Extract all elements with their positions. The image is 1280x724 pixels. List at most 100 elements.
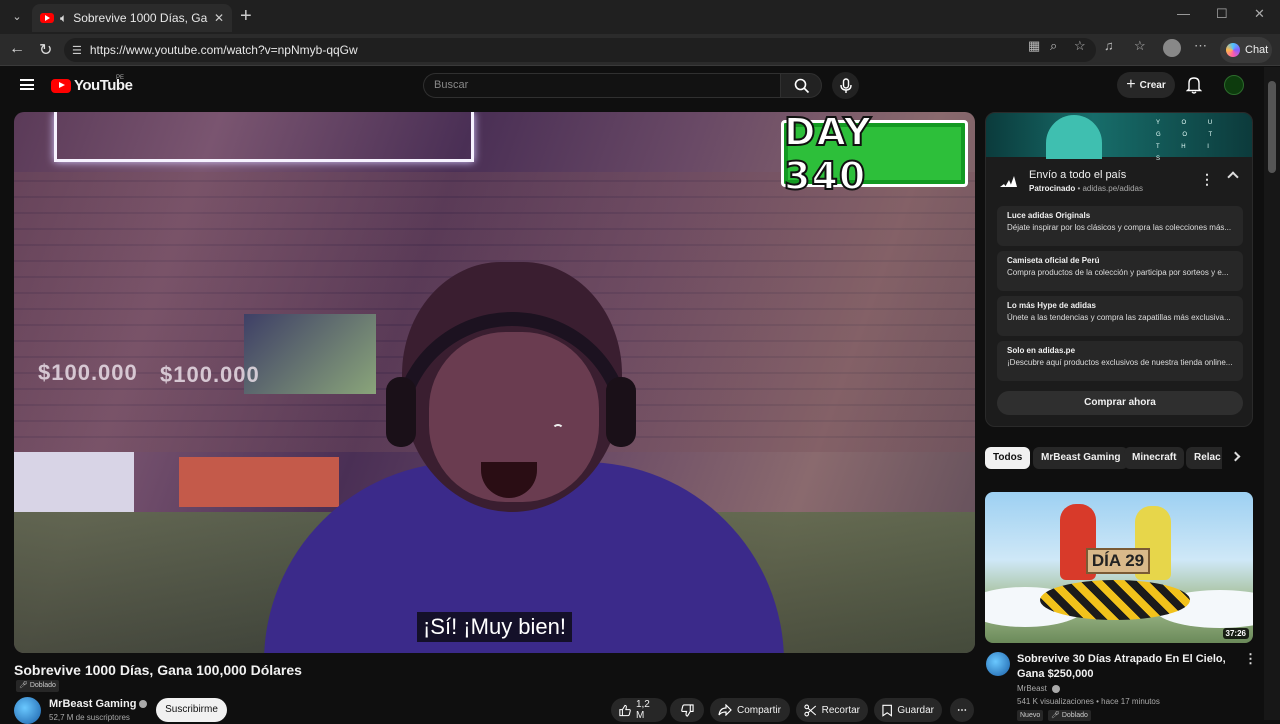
subscriber-count: 52,7 M de suscriptores (49, 713, 130, 722)
ad-athlete-image (1046, 115, 1102, 159)
thumbnail-day-sign: DÍA 29 (1086, 548, 1150, 574)
like-button[interactable]: 1,2 M (611, 698, 667, 722)
app-install-icon[interactable]: ▦ (1028, 38, 1040, 54)
neon-ceiling-light (54, 112, 474, 162)
sponsored-ad-card[interactable]: Y O U G O T T H I S Envío a todo el país… (985, 112, 1253, 427)
save-button[interactable]: Guardar (874, 698, 942, 722)
related-video-thumbnail[interactable]: DÍA 29 37:26 (985, 492, 1253, 643)
copilot-icon (1226, 43, 1240, 57)
maximize-icon[interactable]: ☐ (1216, 6, 1228, 22)
favorite-star-icon[interactable]: ☆ (1074, 38, 1086, 54)
thumbnail-platform (1040, 580, 1190, 620)
ad-sitelink[interactable]: Camiseta oficial de Perú Compra producto… (997, 251, 1243, 291)
back-arrow-icon[interactable]: ← (9, 40, 25, 58)
browser-tab[interactable]: 🔈︎ Sobrevive 1000 Días, Gana 100,000 Dól… (32, 4, 232, 32)
more-menu-icon[interactable]: ⋯ (1194, 38, 1207, 54)
share-button[interactable]: Compartir (710, 698, 790, 722)
video-title: Sobrevive 1000 Días, Gana 100,000 Dólare… (14, 662, 302, 678)
clip-button[interactable]: Recortar (796, 698, 868, 722)
chip-minecraft[interactable]: Minecraft (1124, 447, 1185, 469)
minimize-icon[interactable]: — (1177, 6, 1190, 21)
money-sign-left: $100.000 (38, 360, 138, 385)
adidas-logo-icon (1000, 176, 1017, 187)
tab-close-icon[interactable]: ✕ (214, 11, 224, 25)
url-text[interactable]: https://www.youtube.com/watch?v=npNmyb-q… (90, 43, 358, 57)
channel-name[interactable]: MrBeast Gaming (49, 698, 148, 710)
notifications-bell-icon[interactable] (1186, 76, 1202, 94)
scrollbar-thumb[interactable] (1268, 81, 1276, 173)
youtube-play-icon (51, 78, 71, 93)
verified-check-icon (1052, 684, 1061, 693)
create-button[interactable]: + Crear (1117, 72, 1175, 98)
ad-banner-image[interactable]: Y O U G O T T H I S (986, 113, 1252, 162)
youtube-header: YouTube PE Buscar + Crear (0, 67, 1262, 107)
ad-sitelink[interactable]: Solo en adidas.pe ¡Descubre aquí product… (997, 341, 1243, 381)
zoom-icon[interactable]: ⌕ (1050, 38, 1057, 54)
ad-sponsor-line: Patrocinado • adidas.pe/adidas (1029, 184, 1143, 193)
shop-now-button[interactable]: Comprar ahora (997, 391, 1243, 415)
plus-icon: + (1126, 76, 1136, 93)
dislike-button[interactable] (670, 698, 704, 722)
copilot-chat-button[interactable]: Chat (1220, 37, 1272, 63)
loading-spinner-icon (552, 424, 564, 436)
video-player[interactable]: $100.000 $100.000 DAY 340 ¡Sí! ¡Muy bien… (14, 112, 975, 653)
profile-avatar-icon[interactable] (1163, 39, 1181, 60)
site-info-icon[interactable]: ☰ (72, 44, 82, 57)
region-code: PE (116, 75, 125, 81)
bed-right (179, 457, 339, 507)
related-more-options-icon[interactable]: ⋮ (1244, 651, 1257, 667)
microphone-icon (839, 77, 852, 93)
related-video-meta: 541 K visualizaciones • hace 17 minutos (1017, 697, 1160, 706)
search-icon (794, 78, 810, 94)
tab-title: Sobrevive 1000 Días, Gana 100,000 Dólare… (73, 11, 208, 25)
related-channel-avatar[interactable] (986, 652, 1010, 676)
closed-caption: ¡Sí! ¡Muy bien! (14, 612, 975, 642)
scissors-icon (804, 704, 817, 716)
headset-ear-left (386, 377, 416, 447)
page-scrollbar[interactable] (1264, 67, 1280, 720)
audio-track-icon: 🎤︎ (19, 682, 28, 689)
bookmark-icon (882, 704, 892, 717)
address-bar[interactable]: ☰ https://www.youtube.com/watch?v=npNmyb… (64, 38, 1096, 62)
ad-title[interactable]: Envío a todo el país (1029, 169, 1126, 181)
search-button[interactable] (780, 73, 822, 98)
media-icon[interactable]: ♫ (1104, 38, 1114, 53)
share-arrow-icon (718, 704, 732, 716)
speaker-icon[interactable]: 🔈︎ (60, 11, 67, 26)
chip-related[interactable]: Relac (1186, 447, 1222, 469)
favorites-icon[interactable]: ☆ (1134, 38, 1146, 54)
chip-all[interactable]: Todos (985, 447, 1031, 469)
close-window-icon[interactable]: ✕ (1254, 6, 1265, 22)
tab-list-chevron-icon[interactable]: ⌄ (6, 6, 28, 28)
new-tab-plus-icon[interactable]: + (240, 5, 252, 27)
ad-slogan: Y O U G O T T H I S (1156, 120, 1223, 162)
related-channel-name[interactable]: MrBeast (1017, 684, 1061, 693)
voice-search-button[interactable] (832, 72, 859, 99)
thumbs-down-icon (680, 703, 694, 717)
account-avatar[interactable] (1224, 75, 1244, 95)
headset-ear-right (606, 377, 636, 447)
ad-sitelink[interactable]: Lo más Hype de adidas Únete a las tenden… (997, 296, 1243, 336)
browser-toolbar: ← ↻ ☰ https://www.youtube.com/watch?v=np… (0, 34, 1280, 66)
youtube-favicon-icon (40, 13, 54, 23)
money-sign-right: $100.000 (160, 362, 260, 387)
verified-check-icon (139, 700, 148, 709)
subscribe-button[interactable]: Suscribirme (156, 698, 227, 722)
wall-tv (244, 314, 376, 394)
browser-tab-bar: ⌄ 🔈︎ Sobrevive 1000 Días, Gana 100,000 D… (0, 0, 1280, 34)
thumbs-up-icon (619, 704, 631, 716)
ad-sitelink[interactable]: Luce adidas Originals Déjate inspirar po… (997, 206, 1243, 246)
search-input[interactable]: Buscar (423, 73, 780, 98)
dubbed-badge: 🎤︎ Doblado (16, 680, 59, 692)
chip-mrbeast-gaming[interactable]: MrBeast Gaming (1033, 447, 1129, 469)
more-actions-icon[interactable]: ⋯ (950, 698, 974, 722)
day-counter-badge: DAY 340 (781, 112, 968, 199)
chevron-right-icon[interactable] (1230, 451, 1241, 462)
new-badge: Nuevo (1017, 710, 1044, 721)
ad-more-options-icon[interactable]: ⋮ (1200, 171, 1214, 188)
reload-icon[interactable]: ↻ (39, 40, 52, 60)
related-video-title[interactable]: Sobrevive 30 Días Atrapado En El Cielo, … (1017, 652, 1241, 682)
chat-label: Chat (1245, 44, 1269, 56)
hamburger-menu-icon[interactable] (20, 79, 34, 90)
ad-collapse-chevron-icon[interactable] (1227, 171, 1239, 183)
